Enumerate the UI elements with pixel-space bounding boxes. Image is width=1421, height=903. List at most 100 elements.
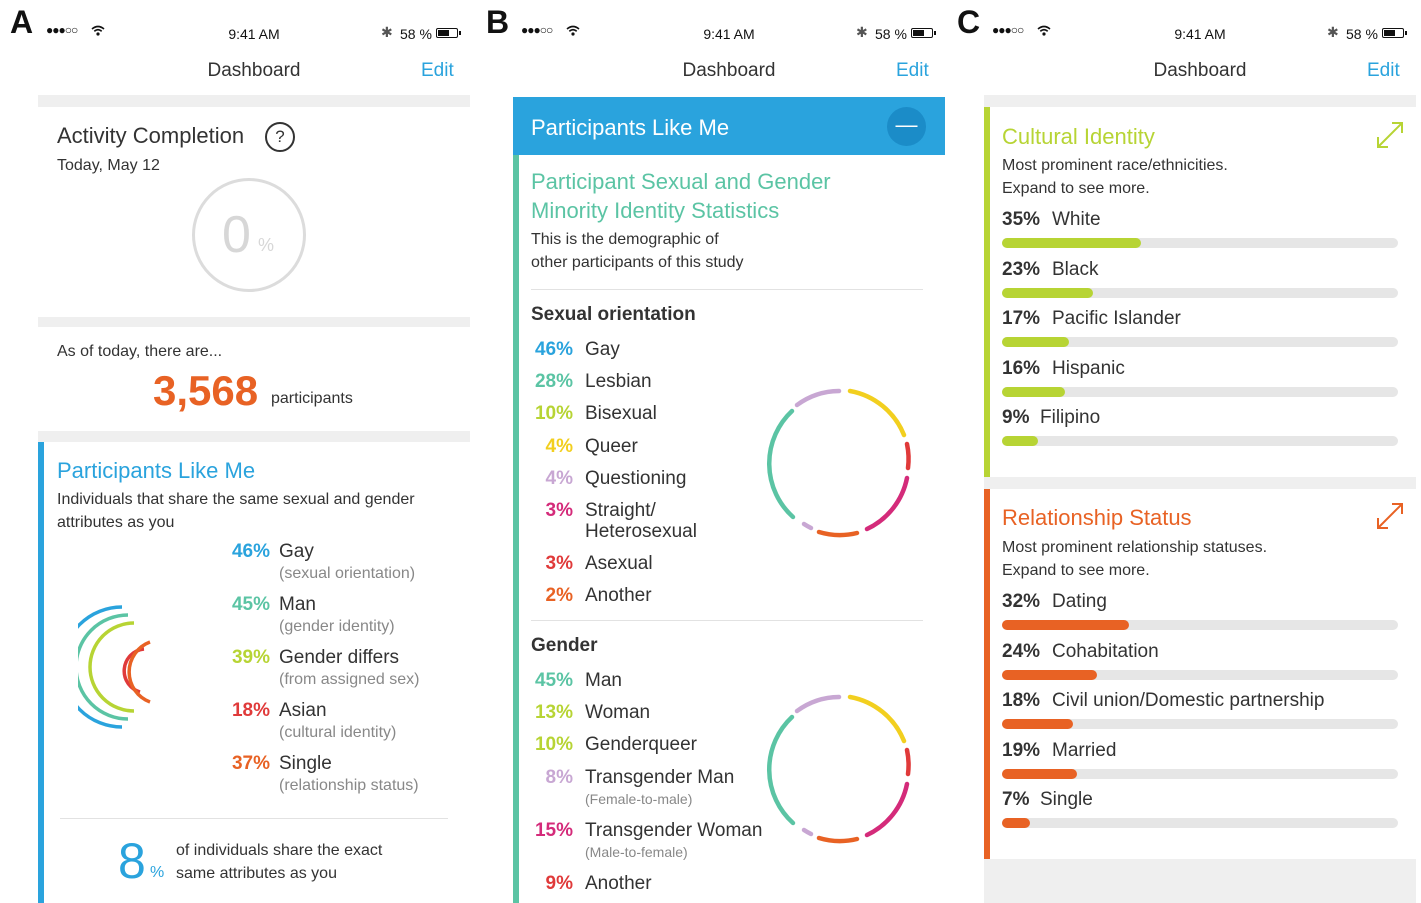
bar-percent: 24% — [1002, 640, 1041, 662]
bar-percent: 16% — [1002, 357, 1041, 379]
activity-card[interactable]: Activity Completion ? Today, May 12 0 % — [38, 107, 470, 317]
stat-sublabel: (Male-to-female) — [585, 844, 688, 860]
relationship-desc-line1: Most prominent relationship statuses. — [1002, 539, 1268, 556]
help-icon[interactable]: ? — [265, 122, 295, 152]
exact-match-value: 8 — [118, 833, 146, 889]
bar-fill — [1002, 386, 1066, 397]
bar-track — [1002, 436, 1398, 446]
ring-segment-lilac-small — [801, 827, 814, 837]
stat-label: Man — [585, 670, 622, 691]
bar-label: Dating — [1052, 591, 1107, 612]
participant-count-card: As of today, there are... 3,568 particip… — [38, 327, 470, 431]
ring-segment-orange — [816, 835, 860, 844]
attribute-category: (cultural identity) — [279, 724, 397, 741]
panel-letter-a: A — [10, 4, 34, 40]
plm-title: Participants Like Me — [57, 458, 256, 483]
activity-unit: % — [258, 235, 275, 255]
bar-track — [1002, 287, 1398, 298]
battery-icon — [436, 28, 461, 38]
screen-c: ●●●○○ 9:41 AM ✱ 58 % Dashboard Edit Cult… — [984, 0, 1416, 903]
stat-percent: 8% — [545, 767, 573, 788]
count-intro: As of today, there are... — [57, 343, 223, 360]
card-accent-bar — [984, 489, 990, 859]
expand-icon[interactable] — [1374, 120, 1406, 150]
bar-label: Civil union/Domestic partnership — [1052, 690, 1325, 711]
relationship-status-card[interactable]: Relationship Status Most prominent relat… — [984, 489, 1416, 859]
panel-letter-c: C — [957, 4, 981, 40]
divider — [531, 620, 923, 621]
stat-percent: 13% — [534, 702, 573, 723]
expand-icon[interactable] — [1374, 501, 1406, 531]
bar-label: Single — [1040, 789, 1093, 810]
bar-fill — [1002, 436, 1038, 446]
ring-segment-lilac — [794, 694, 842, 714]
bar-track — [1002, 719, 1398, 729]
bar-track — [1002, 386, 1398, 397]
bar-track — [1002, 818, 1398, 828]
bar-fill — [1002, 337, 1070, 347]
nav-bar: Dashboard Edit — [38, 58, 470, 88]
arc-gender-differs — [88, 621, 135, 713]
ring-segment-pink — [864, 475, 910, 532]
ring-segment-teal — [767, 714, 796, 826]
stat-label: Another — [585, 585, 652, 606]
stat-label: Woman — [585, 702, 651, 723]
stat-label: Queer — [585, 436, 638, 457]
ring-segment-yellow — [847, 694, 907, 744]
collapse-button[interactable]: — — [887, 107, 926, 146]
stats-heading-line1: Participant Sexual and Gender — [531, 169, 831, 194]
bar-label: Black — [1052, 258, 1099, 280]
stat-label: Gay — [585, 339, 620, 360]
ring-segment-orange — [816, 529, 860, 538]
bar-percent: 9% — [1002, 407, 1030, 428]
exact-match-line1: of individuals share the exact — [176, 842, 383, 859]
bar-percent: 18% — [1002, 690, 1041, 711]
attribute-category: (relationship status) — [279, 777, 419, 794]
stat-percent: 10% — [534, 403, 573, 424]
relationship-desc-line2: Expand to see more. — [1002, 562, 1150, 579]
stat-percent: 3% — [545, 500, 573, 521]
bar-label: Hispanic — [1052, 357, 1125, 379]
plm-expanded-header[interactable]: Participants Like Me — — [513, 97, 945, 155]
battery-icon — [911, 28, 936, 38]
nav-bar: Dashboard Edit — [513, 58, 945, 88]
bar-percent: 19% — [1002, 739, 1041, 761]
stats-desc-line1: This is the demographic of — [531, 231, 719, 248]
bar-track — [1002, 669, 1398, 680]
nav-title: Dashboard — [1153, 60, 1247, 81]
screen-b: ●●●○○ 9:41 AM ✱ 58 % Dashboard Edit Part… — [513, 0, 945, 903]
bar-percent: 35% — [1002, 209, 1041, 230]
stat-percent: 28% — [534, 371, 573, 392]
cultural-title: Cultural Identity — [1002, 124, 1155, 149]
stat-percent: 45% — [534, 670, 573, 691]
cultural-identity-card[interactable]: Cultural Identity Most prominent race/et… — [984, 107, 1416, 477]
activity-value: 0 — [222, 206, 251, 264]
card-accent-bar — [984, 107, 990, 477]
gender-ring-chart — [767, 694, 911, 844]
stat-sublabel: (Female-to-male) — [585, 791, 693, 807]
bar-fill — [1002, 620, 1129, 630]
attribute-percent: 18% — [231, 700, 270, 721]
plm-desc-line1: Individuals that share the same sexual a… — [57, 491, 415, 508]
nav-bar: Dashboard Edit — [984, 58, 1416, 88]
arc-man — [78, 613, 129, 721]
divider — [60, 818, 448, 819]
participants-like-me-card[interactable]: Participants Like Me Individuals that sh… — [38, 442, 470, 903]
edit-button[interactable]: Edit — [421, 60, 454, 82]
stat-label: Transgender Woman — [585, 820, 763, 841]
bar-fill — [1002, 768, 1078, 779]
bar-label: Filipino — [1040, 407, 1101, 428]
cultural-desc-line2: Expand to see more. — [1002, 180, 1150, 197]
edit-button[interactable]: Edit — [1367, 60, 1400, 82]
card-accent-bar — [38, 442, 44, 903]
bar-fill — [1002, 238, 1141, 248]
ring-segment-red — [904, 441, 911, 471]
ring-segment-lilac — [794, 388, 842, 408]
bar-label: Married — [1052, 739, 1117, 761]
edit-button[interactable]: Edit — [896, 60, 929, 82]
bar-percent: 32% — [1002, 591, 1041, 612]
exact-match-line2: same attributes as you — [176, 865, 337, 882]
bar-percent: 17% — [1002, 308, 1041, 329]
status-bar: ●●●○○ 9:41 AM ✱ 58 % — [984, 23, 1416, 44]
status-bar: ●●●○○ 9:41 AM ✱ 58 % — [513, 23, 945, 44]
